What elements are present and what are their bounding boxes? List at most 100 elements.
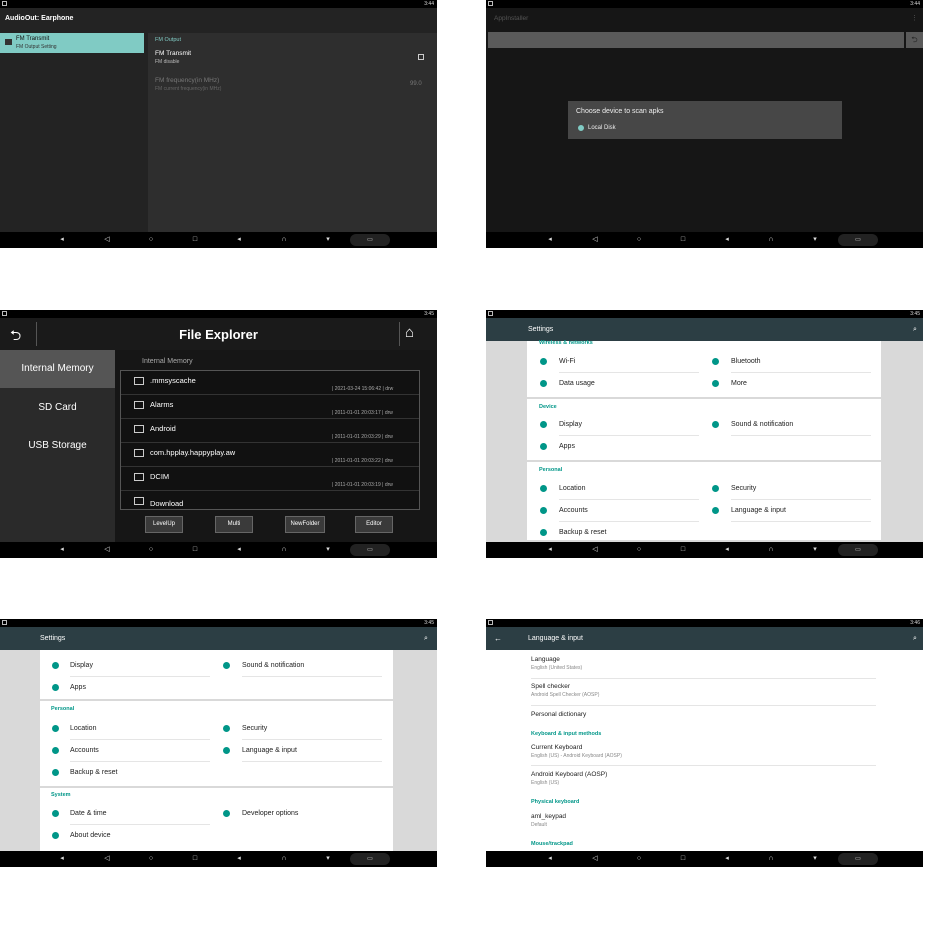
recents-icon[interactable]: □ <box>191 236 199 244</box>
headphones-icon[interactable]: ∩ <box>767 236 775 244</box>
dropdown-icon[interactable]: ▾ <box>324 855 332 863</box>
about-device-item[interactable]: About device <box>70 832 110 839</box>
recents-icon[interactable]: □ <box>679 236 687 244</box>
local-disk-option[interactable]: Local Disk <box>588 125 616 131</box>
recents-icon[interactable]: □ <box>679 855 687 863</box>
volume-down-icon[interactable]: ◂ <box>546 236 554 244</box>
screenshot-icon[interactable]: ▭ <box>350 544 390 556</box>
display-item[interactable]: Display <box>70 662 93 669</box>
accounts-item[interactable]: Accounts <box>559 507 588 514</box>
list-item[interactable]: Android | 2011-01-01 20:03:29 | drw <box>121 419 419 443</box>
list-item[interactable]: com.hpplay.happyplay.aw | 2011-01-01 20:… <box>121 443 419 467</box>
volume-down-icon[interactable]: ◂ <box>58 546 66 554</box>
volume-up-icon[interactable]: ◂ <box>723 546 731 554</box>
display-item[interactable]: Display <box>559 421 582 428</box>
more-item[interactable]: More <box>731 380 747 387</box>
headphones-icon[interactable]: ∩ <box>280 546 288 554</box>
current-keyboard-item[interactable]: Current Keyboard English (US) - Android … <box>486 741 923 765</box>
apps-item[interactable]: Apps <box>70 684 86 691</box>
location-item[interactable]: Location <box>70 725 96 732</box>
language-input-item[interactable]: Language & input <box>731 507 786 514</box>
language-item[interactable]: Language English (United States) <box>486 652 923 678</box>
search-icon[interactable]: ⌕ <box>913 318 917 341</box>
back-icon[interactable]: ◁ <box>103 546 111 554</box>
spell-checker-item[interactable]: Spell checker Android Spell Checker (AOS… <box>486 679 923 705</box>
location-item[interactable]: Location <box>559 485 585 492</box>
back-icon[interactable]: ◁ <box>591 546 599 554</box>
dropdown-icon[interactable]: ▾ <box>811 855 819 863</box>
back-icon[interactable]: ◁ <box>103 236 111 244</box>
date-time-item[interactable]: Date & time <box>70 810 107 817</box>
security-item[interactable]: Security <box>731 485 756 492</box>
recents-icon[interactable]: □ <box>191 855 199 863</box>
radio-selected-icon[interactable] <box>578 125 584 131</box>
back-icon[interactable]: ◁ <box>591 236 599 244</box>
sound-item[interactable]: Sound & notification <box>242 662 304 669</box>
sound-item[interactable]: Sound & notification <box>731 421 793 428</box>
sidebar-item-usb[interactable]: USB Storage <box>0 428 115 464</box>
dropdown-icon[interactable]: ▾ <box>324 546 332 554</box>
aml-keypad-item[interactable]: aml_keypad Default <box>486 810 923 834</box>
home-icon[interactable]: ⌂ <box>405 324 414 341</box>
undo-button[interactable]: ⮌ <box>906 32 923 48</box>
recents-icon[interactable]: □ <box>679 546 687 554</box>
home-icon[interactable]: ○ <box>635 236 643 244</box>
search-icon[interactable]: ⌕ <box>913 627 917 650</box>
backup-reset-item[interactable]: Backup & reset <box>559 529 606 536</box>
volume-down-icon[interactable]: ◂ <box>58 236 66 244</box>
dropdown-icon[interactable]: ▾ <box>811 546 819 554</box>
sidebar-item-sd[interactable]: SD Card <box>0 390 115 426</box>
home-icon[interactable]: ○ <box>147 855 155 863</box>
sidebar-item-internal[interactable]: Internal Memory <box>0 350 115 388</box>
android-keyboard-item[interactable]: Android Keyboard (AOSP) English (US) <box>486 768 923 792</box>
personal-dictionary-item[interactable]: Personal dictionary <box>486 706 923 726</box>
list-item[interactable]: DCIM | 2011-01-01 20:03:19 | drw <box>121 467 419 491</box>
volume-up-icon[interactable]: ◂ <box>235 236 243 244</box>
dropdown-icon[interactable]: ▾ <box>811 236 819 244</box>
data-usage-item[interactable]: Data usage <box>559 380 595 387</box>
overflow-menu-icon[interactable]: ⋮ <box>911 14 918 22</box>
multi-button[interactable]: Multi <box>215 516 253 533</box>
volume-down-icon[interactable]: ◂ <box>546 855 554 863</box>
screenshot-icon[interactable]: ▭ <box>350 234 390 246</box>
headphones-icon[interactable]: ∩ <box>280 855 288 863</box>
apps-item[interactable]: Apps <box>559 443 575 450</box>
volume-up-icon[interactable]: ◂ <box>235 855 243 863</box>
volume-down-icon[interactable]: ◂ <box>58 855 66 863</box>
volume-up-icon[interactable]: ◂ <box>235 546 243 554</box>
new-folder-button[interactable]: NewFolder <box>285 516 325 533</box>
language-input-item[interactable]: Language & input <box>242 747 297 754</box>
screenshot-icon[interactable]: ▭ <box>838 234 878 246</box>
volume-up-icon[interactable]: ◂ <box>723 236 731 244</box>
recents-icon[interactable]: □ <box>191 546 199 554</box>
home-icon[interactable]: ○ <box>147 546 155 554</box>
bluetooth-item[interactable]: Bluetooth <box>731 358 761 365</box>
list-item[interactable]: Download <box>121 491 419 509</box>
fm-left-item[interactable]: FM Transmit FM Output Setting <box>0 33 144 53</box>
headphones-icon[interactable]: ∩ <box>280 236 288 244</box>
screenshot-icon[interactable]: ▭ <box>838 853 878 865</box>
developer-options-item[interactable]: Developer options <box>242 810 298 817</box>
list-item[interactable]: .mmsyscache | 2021-03-24 15:06:42 | drw <box>121 371 419 395</box>
backup-reset-item[interactable]: Backup & reset <box>70 769 117 776</box>
levelup-button[interactable]: LevelUp <box>145 516 183 533</box>
volume-down-icon[interactable]: ◂ <box>546 546 554 554</box>
headphones-icon[interactable]: ∩ <box>767 855 775 863</box>
home-icon[interactable]: ○ <box>635 855 643 863</box>
headphones-icon[interactable]: ∩ <box>767 546 775 554</box>
home-icon[interactable]: ○ <box>635 546 643 554</box>
back-arrow-icon[interactable]: ← <box>494 627 502 650</box>
dropdown-icon[interactable]: ▾ <box>324 236 332 244</box>
back-icon[interactable]: ◁ <box>103 855 111 863</box>
fm-transmit-checkbox[interactable] <box>418 54 424 60</box>
back-icon[interactable]: ◁ <box>591 855 599 863</box>
screenshot-icon[interactable]: ▭ <box>350 853 390 865</box>
screenshot-icon[interactable]: ▭ <box>838 544 878 556</box>
search-icon[interactable]: ⌕ <box>424 627 428 650</box>
accounts-item[interactable]: Accounts <box>70 747 99 754</box>
list-item[interactable]: Alarms | 2011-01-01 20:03:17 | drw <box>121 395 419 419</box>
volume-up-icon[interactable]: ◂ <box>723 855 731 863</box>
wifi-item[interactable]: Wi-Fi <box>559 358 575 365</box>
home-icon[interactable]: ○ <box>147 236 155 244</box>
security-item[interactable]: Security <box>242 725 267 732</box>
